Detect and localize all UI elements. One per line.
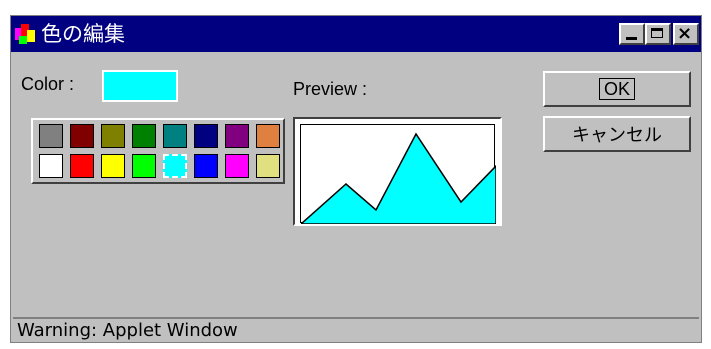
ok-button[interactable]: OK <box>543 71 691 107</box>
status-bar: Warning: Applet Window <box>13 317 699 343</box>
minimize-button[interactable] <box>619 23 645 45</box>
palette-color-cell[interactable] <box>39 124 63 148</box>
app-icon <box>15 24 35 44</box>
palette-color-cell[interactable] <box>225 154 249 178</box>
current-color-swatch <box>102 70 178 102</box>
status-warning-text: Warning: Applet Window <box>17 320 238 341</box>
palette-color-cell[interactable] <box>256 124 280 148</box>
title-bar[interactable]: 色の編集 × <box>11 16 701 52</box>
palette-color-cell[interactable] <box>70 154 94 178</box>
palette-color-cell[interactable] <box>256 154 280 178</box>
color-edit-window: 色の編集 × Color : Preview : OK キャンセル Warnin… <box>10 15 702 343</box>
preview-area <box>299 132 497 224</box>
palette-color-cell[interactable] <box>132 124 156 148</box>
preview-label: Preview : <box>293 79 368 99</box>
palette-color-cell[interactable] <box>163 124 187 148</box>
palette-color-cell[interactable] <box>194 154 218 178</box>
palette-color-cell[interactable] <box>132 154 156 178</box>
close-button[interactable]: × <box>673 23 699 45</box>
palette-color-cell[interactable] <box>163 154 187 178</box>
palette-color-cell[interactable] <box>225 124 249 148</box>
palette-color-cell[interactable] <box>70 124 94 148</box>
palette-color-cell[interactable] <box>101 154 125 178</box>
color-palette <box>31 118 285 184</box>
maximize-icon <box>651 28 663 38</box>
ok-button-label: OK <box>598 78 635 100</box>
close-icon: × <box>677 23 693 44</box>
preview-panel <box>293 117 502 226</box>
cancel-button[interactable]: キャンセル <box>543 116 691 152</box>
palette-color-cell[interactable] <box>194 124 218 148</box>
color-label: Color : <box>21 74 75 94</box>
minimize-icon <box>626 37 637 40</box>
maximize-button[interactable] <box>645 23 671 45</box>
palette-color-cell[interactable] <box>39 154 63 178</box>
preview-canvas <box>299 124 497 224</box>
palette-color-cell[interactable] <box>101 124 125 148</box>
preview-graph <box>299 132 497 224</box>
cancel-button-label: キャンセル <box>572 125 662 146</box>
window-title: 色の編集 <box>41 22 125 46</box>
